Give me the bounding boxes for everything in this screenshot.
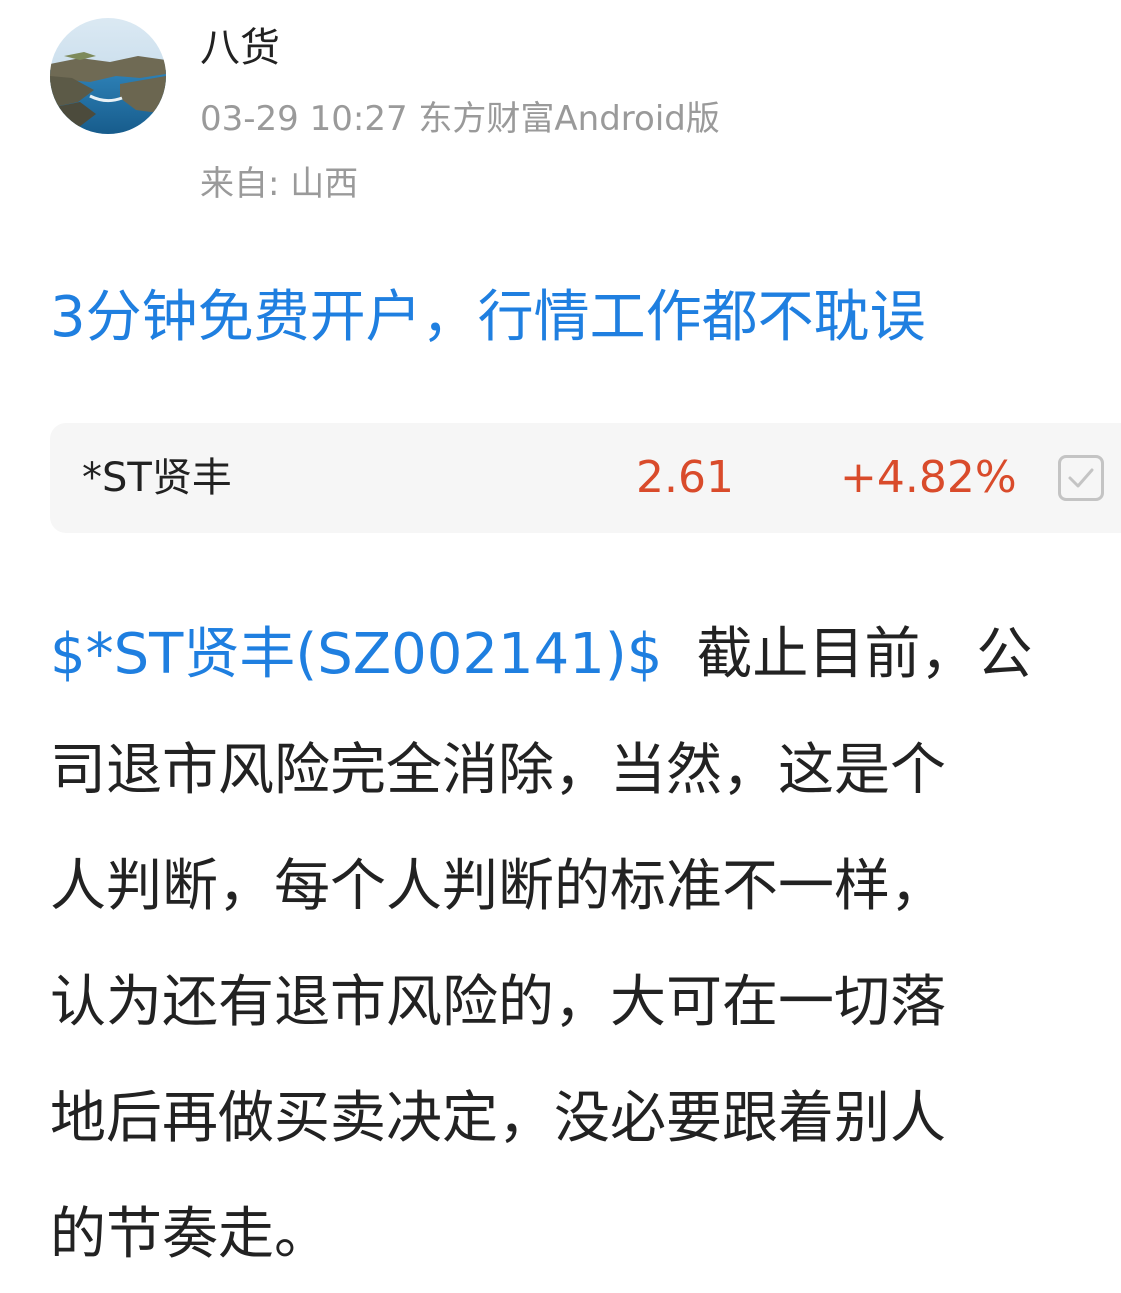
stock-price: 2.61: [636, 452, 734, 503]
post-body-line: 地后再做买卖决定，没必要跟着别人: [50, 1086, 946, 1151]
promo-link[interactable]: 3分钟免费开户，行情工作都不耽误: [50, 280, 926, 356]
post-body-line: 司退市风险完全消除，当然，这是个: [50, 738, 946, 803]
stock-tag-link[interactable]: $*ST贤丰(SZ002141)$: [50, 622, 662, 687]
check-mark-icon: [1068, 468, 1094, 488]
post-meta: 03-29 10:27 东方财富Android版: [200, 99, 720, 139]
post-header: 八货 03-29 10:27 东方财富Android版 来自: 山西: [0, 0, 1121, 220]
post-body-line: 人判断，每个人判断的标准不一样，: [50, 854, 946, 919]
post-body-line: 认为还有退市风险的，大可在一切落: [50, 970, 946, 1035]
avatar[interactable]: [50, 18, 166, 134]
author-name[interactable]: 八货: [200, 18, 280, 78]
stock-card[interactable]: *ST贤丰 2.61 +4.82%: [50, 423, 1121, 533]
stock-change: +4.82%: [840, 452, 1017, 503]
post-body-line: 的节奏走。: [50, 1202, 330, 1267]
stock-name: *ST贤丰: [82, 455, 232, 501]
checkbox-icon[interactable]: [1058, 455, 1104, 501]
post-body: $*ST贤丰(SZ002141)$ 截止目前，公 司退市风险完全消除，当然，这是个…: [50, 597, 1121, 1293]
post-location: 来自: 山西: [200, 164, 359, 204]
post-body-line: $*ST贤丰(SZ002141)$ 截止目前，公: [50, 597, 1121, 713]
post-body-text: 截止目前，公: [696, 622, 1033, 687]
avatar-image: [50, 18, 166, 134]
